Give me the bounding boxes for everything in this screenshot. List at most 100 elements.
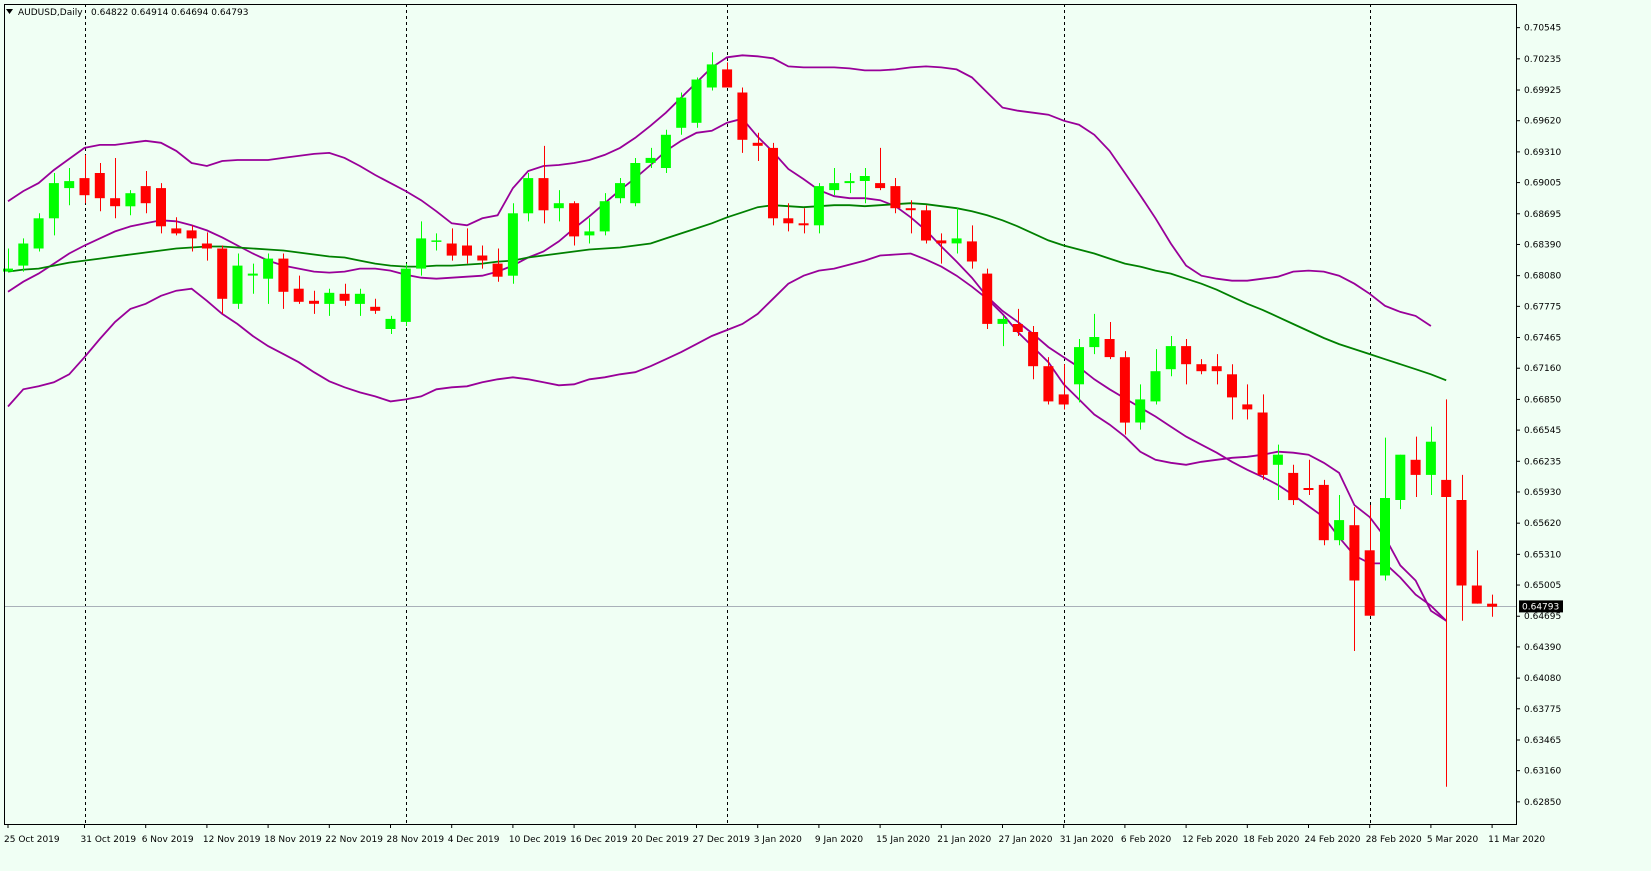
candle-body — [783, 218, 794, 224]
candle — [691, 77, 702, 128]
price-tick-label: 0.67465 — [1524, 334, 1561, 344]
candle-body — [492, 263, 503, 277]
candle-body — [905, 208, 916, 211]
candle-body — [1165, 346, 1176, 370]
date-tick-label: 28 Feb 2020 — [1366, 835, 1422, 845]
price-chart[interactable]: 0.70545 0.70235 0.69925 0.69620 0.69310 0.690… — [0, 0, 1651, 871]
candle-body — [859, 176, 870, 181]
date-tick-label: 12 Nov 2019 — [203, 835, 261, 845]
candle-body — [1012, 324, 1023, 332]
price-tick-label: 0.64080 — [1524, 674, 1561, 684]
price-tick-label: 0.65005 — [1524, 581, 1561, 591]
date-tick-label: 3 Jan 2020 — [754, 835, 802, 845]
date-tick-label: 25 Oct 2019 — [4, 835, 60, 845]
candle-body — [890, 186, 901, 209]
candle-body — [1211, 366, 1222, 372]
price-tick-label: 0.69620 — [1524, 117, 1561, 127]
candle — [1318, 479, 1329, 546]
candle-body — [1104, 339, 1115, 358]
date-tick-label: 5 Mar 2020 — [1427, 835, 1479, 845]
price-tick-label: 0.67160 — [1524, 364, 1561, 374]
date-tick-label: 16 Dec 2019 — [570, 835, 628, 845]
candle-body — [829, 183, 840, 191]
candle-body — [339, 293, 350, 301]
candle-body — [1471, 585, 1482, 604]
current-price-label: 0.64793 — [1522, 602, 1559, 612]
candle — [33, 213, 44, 252]
candle — [156, 183, 166, 234]
ohlc-values: 0.64822 0.64914 0.64694 0.64793 — [91, 8, 248, 18]
candle-body — [1181, 346, 1192, 365]
candle-body — [691, 79, 702, 123]
candle-body — [125, 193, 136, 207]
candle-body — [400, 268, 411, 322]
price-tick-label: 0.63160 — [1524, 767, 1561, 777]
chart-header: AUDUSD,Daily 0.64822 0.64914 0.64694 0.6… — [6, 8, 248, 18]
candle — [1119, 351, 1130, 435]
candle-body — [64, 181, 75, 189]
candle — [400, 263, 411, 326]
candle-body — [18, 243, 29, 266]
candle-body — [446, 243, 457, 256]
candle-body — [110, 198, 121, 207]
candle-body — [676, 97, 687, 128]
candle-body — [1272, 454, 1283, 465]
candle-body — [1334, 520, 1345, 541]
candle-body — [324, 292, 335, 304]
date-tick-label: 6 Feb 2020 — [1121, 835, 1172, 845]
candle-body — [370, 306, 381, 311]
candle — [921, 205, 931, 244]
candle-body — [936, 240, 947, 244]
candle-body — [48, 183, 59, 219]
candle-body — [201, 243, 212, 249]
symbol-title: AUDUSD,Daily — [18, 8, 83, 18]
price-tick-label: 0.67775 — [1524, 302, 1561, 312]
candle-body — [1441, 479, 1452, 497]
candle-body — [1043, 366, 1054, 402]
date-tick-label: 15 Jan 2020 — [876, 835, 930, 845]
candle-body — [615, 183, 625, 199]
price-tick-label: 0.65310 — [1524, 550, 1561, 560]
candle — [982, 268, 993, 329]
price-tick-label: 0.64390 — [1524, 643, 1561, 653]
date-tick-label: 10 Dec 2019 — [509, 835, 567, 845]
candle-body — [569, 203, 580, 237]
candle — [630, 157, 641, 207]
price-tick-label: 0.65620 — [1524, 519, 1561, 529]
candle-body — [722, 69, 733, 88]
candle-body — [247, 273, 258, 276]
candle-body — [354, 293, 365, 304]
candle-body — [1318, 484, 1329, 541]
price-tick-label: 0.69925 — [1524, 86, 1561, 96]
candle-body — [156, 188, 166, 227]
price-tick-label: 0.62850 — [1524, 798, 1561, 808]
date-tick-label: 4 Dec 2019 — [448, 835, 500, 845]
candle-body — [1395, 454, 1406, 500]
candle-body — [1456, 500, 1467, 586]
candle-body — [752, 142, 763, 146]
date-tick-label: 24 Feb 2020 — [1305, 835, 1361, 845]
candle-body — [660, 134, 671, 168]
candle-body — [507, 213, 518, 276]
candle-body — [217, 248, 228, 299]
price-tick-label: 0.68080 — [1524, 272, 1561, 282]
date-tick-label: 12 Feb 2020 — [1182, 835, 1238, 845]
candle-body — [1227, 374, 1237, 398]
price-tick-label: 0.69005 — [1524, 179, 1561, 189]
price-tick-label: 0.66545 — [1524, 426, 1561, 436]
candle-body — [171, 228, 182, 234]
candle-body — [416, 238, 427, 269]
candle-body — [309, 300, 319, 304]
candle-body — [1364, 550, 1375, 616]
candle-body — [1119, 357, 1130, 423]
chart-window[interactable]: 0.70545 0.70235 0.69925 0.69620 0.69310 0.690… — [0, 0, 1651, 871]
price-tick-label: 0.68695 — [1524, 210, 1561, 220]
candle-body — [1425, 441, 1436, 475]
date-tick-label: 22 Nov 2019 — [325, 835, 383, 845]
candle-body — [140, 186, 151, 204]
candle-body — [599, 201, 610, 232]
candle-body — [1089, 337, 1100, 348]
price-tick-label: 0.63465 — [1524, 736, 1561, 746]
date-tick-label: 18 Feb 2020 — [1243, 835, 1299, 845]
candle-body — [538, 178, 549, 211]
